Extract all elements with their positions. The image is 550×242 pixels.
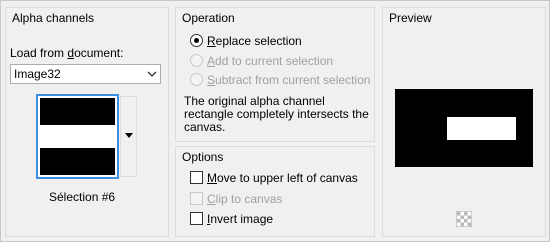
load-selection-dialog: Alpha channels Load from document: Image… — [0, 0, 550, 242]
preview-selection-rectangle — [447, 117, 516, 140]
preview-canvas — [395, 89, 533, 167]
triangle-down-icon — [125, 133, 133, 138]
alpha-channel-thumbnail-image — [40, 98, 115, 175]
operation-info-text: The original alpha channel rectangle com… — [184, 94, 369, 134]
radio-button[interactable] — [190, 73, 203, 86]
load-from-document-label: Load from document: — [10, 46, 124, 60]
alpha-channels-title: Alpha channels — [12, 11, 95, 25]
radio-label: Replace selection — [207, 34, 302, 48]
selection-name-label: Sélection #6 — [49, 190, 116, 204]
document-select[interactable]: Image32 — [10, 64, 161, 84]
options-title: Options — [182, 150, 224, 164]
checkbox-label: Clip to canvas — [207, 192, 283, 206]
radio-label: Subtract from current selection — [207, 73, 371, 87]
chevron-down-icon — [147, 71, 157, 77]
radio-selected-dot — [194, 38, 199, 43]
thumbnail-white-band — [40, 125, 115, 148]
checkerboard-icon[interactable] — [456, 211, 472, 227]
preview-title: Preview — [389, 11, 432, 25]
radio-button[interactable] — [190, 34, 203, 47]
alpha-channel-thumbnail[interactable] — [36, 94, 119, 179]
thumbnail-dropdown-button[interactable] — [120, 96, 137, 177]
radio-button[interactable] — [190, 54, 203, 67]
radio-label: Add to current selection — [207, 54, 334, 68]
checkbox[interactable] — [190, 171, 203, 184]
checkbox-label: Invert image — [207, 212, 274, 226]
checkbox-label: Move to upper left of canvas — [207, 171, 358, 185]
operation-title: Operation — [182, 11, 235, 25]
checkbox[interactable] — [190, 212, 203, 225]
checkbox[interactable] — [190, 192, 203, 205]
document-select-value: Image32 — [14, 67, 61, 81]
